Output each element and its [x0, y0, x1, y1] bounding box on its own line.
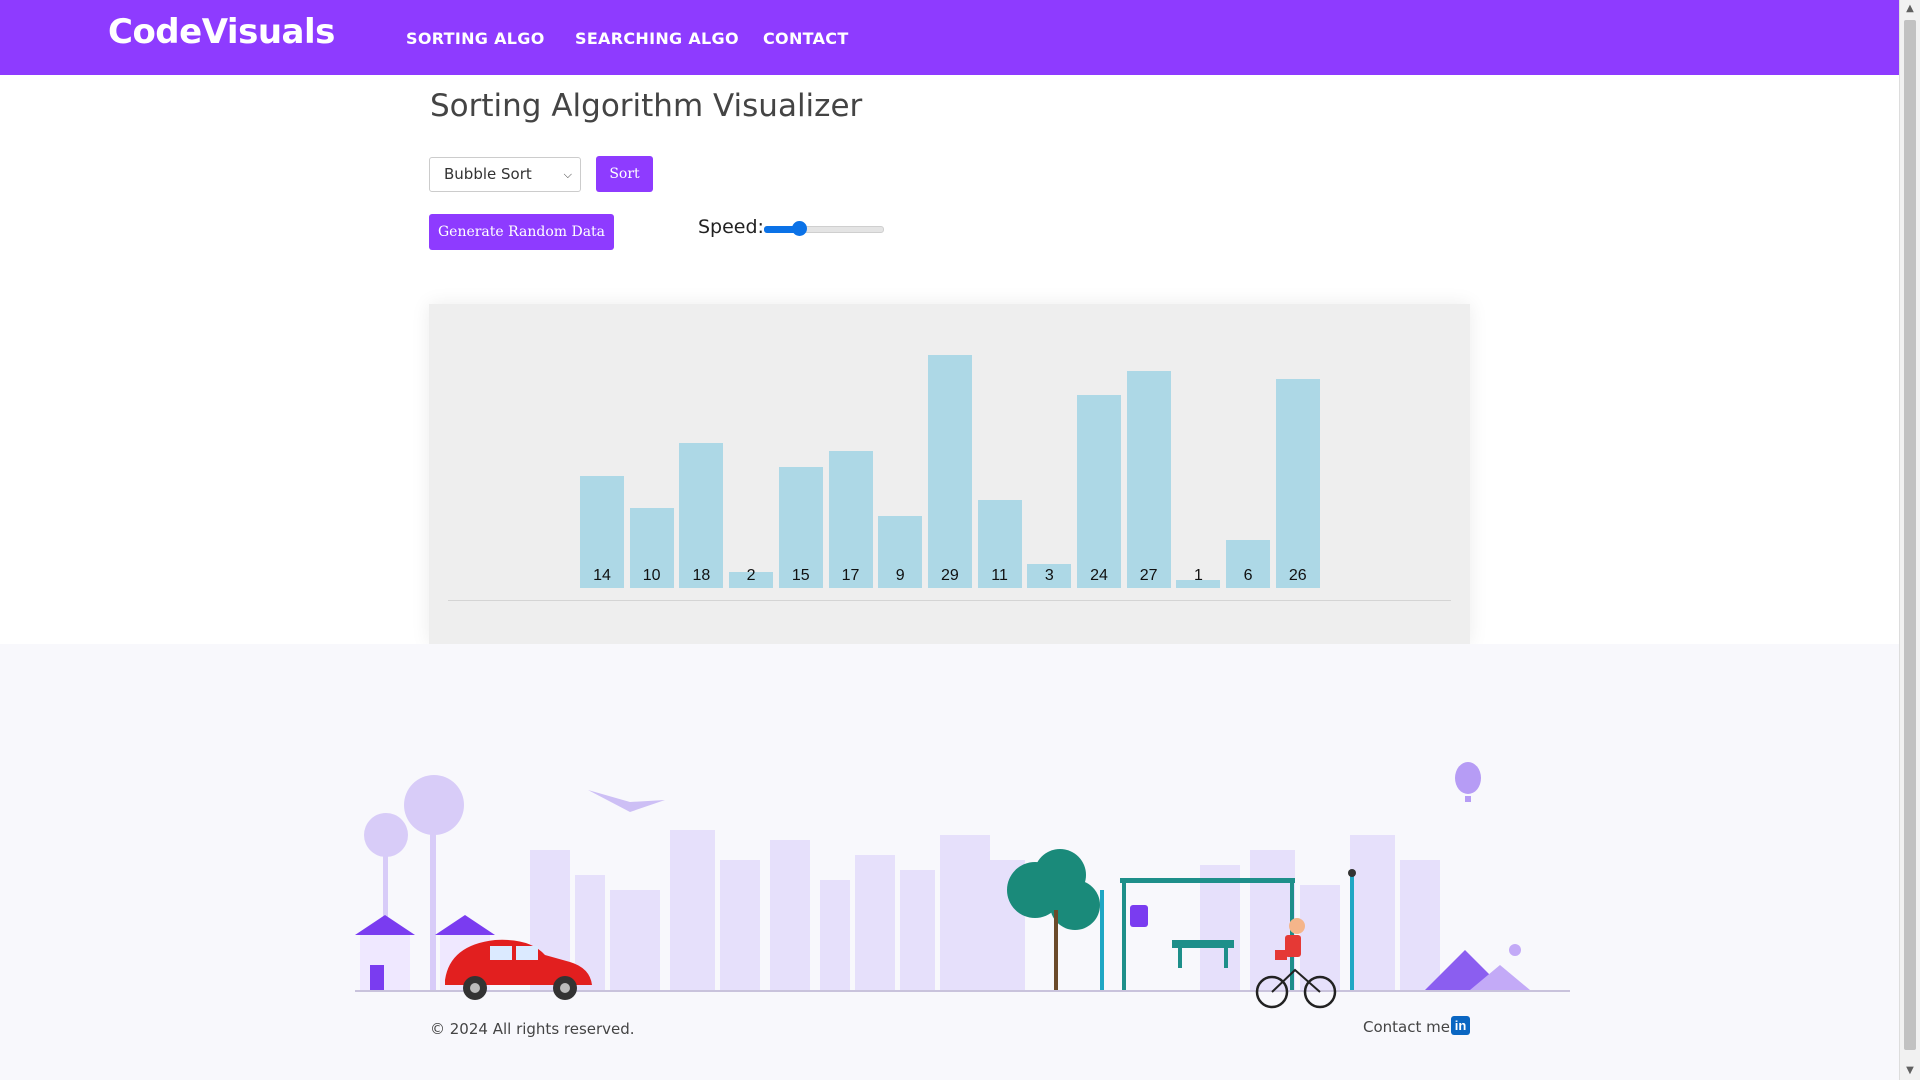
scrollbar[interactable]: ▲ ▼ — [1899, 0, 1920, 1080]
page-title: Sorting Algorithm Visualizer — [430, 88, 863, 124]
chart-bar — [1077, 395, 1121, 588]
speed-slider-thumb[interactable] — [792, 221, 808, 236]
scrollbar-thumb[interactable] — [1904, 20, 1916, 1050]
chart-bar-label: 3 — [1044, 567, 1054, 584]
generate-random-data-button[interactable]: Generate Random Data — [429, 214, 614, 250]
chart-bar-label: 11 — [991, 567, 1008, 584]
chart-baseline — [448, 600, 1451, 601]
chart-bar — [1275, 379, 1320, 588]
chart-bar — [927, 355, 972, 588]
algorithm-select-value: Bubble Sort — [444, 165, 532, 183]
linkedin-icon[interactable]: in — [1451, 1016, 1470, 1035]
chart-bar-label: 1 — [1193, 567, 1203, 584]
nav-sorting-algo[interactable]: SORTING ALGO — [406, 29, 545, 48]
chart-bar-label: 18 — [692, 567, 711, 584]
sort-button[interactable]: Sort — [596, 156, 653, 192]
chevron-down-icon: ⌵ — [563, 168, 572, 181]
contact-label: Contact me: — [1363, 1018, 1456, 1036]
chart-bar-label: 6 — [1243, 567, 1253, 584]
bar-chart-panel: 14 10 18 2 15 17 9 29 11 3 24 27 1 6 26 — [429, 304, 1470, 644]
brand-logo[interactable]: CodeVisuals — [108, 12, 335, 52]
chart-bar — [1126, 371, 1171, 588]
city-illustration — [355, 762, 1570, 1009]
chart-bar-label: 9 — [895, 567, 905, 584]
chart-bar-label: 14 — [593, 567, 611, 584]
navbar: CodeVisuals SORTING ALGO SEARCHING ALGO … — [0, 0, 1900, 75]
scroll-up-arrow-icon[interactable]: ▲ — [1900, 0, 1920, 18]
chart-bar-label: 27 — [1139, 567, 1158, 584]
nav-searching-algo[interactable]: SEARCHING ALGO — [575, 29, 739, 48]
chart-bar-label: 10 — [642, 567, 661, 584]
scroll-down-arrow-icon[interactable]: ▼ — [1900, 1062, 1920, 1080]
copyright-text: © 2024 All rights reserved. — [430, 1020, 635, 1038]
chart-bar-label: 15 — [791, 567, 810, 584]
algorithm-select[interactable]: Bubble Sort ⌵ — [429, 157, 581, 192]
chart-bar-label: 17 — [841, 567, 860, 584]
chart-bar-label: 24 — [1090, 567, 1108, 584]
chart-bar-label: 29 — [940, 567, 959, 584]
speed-label: Speed: — [698, 216, 764, 238]
chart-bar-label: 26 — [1288, 567, 1307, 584]
nav-contact[interactable]: CONTACT — [763, 29, 849, 48]
chart-bar-label: 2 — [746, 567, 756, 584]
